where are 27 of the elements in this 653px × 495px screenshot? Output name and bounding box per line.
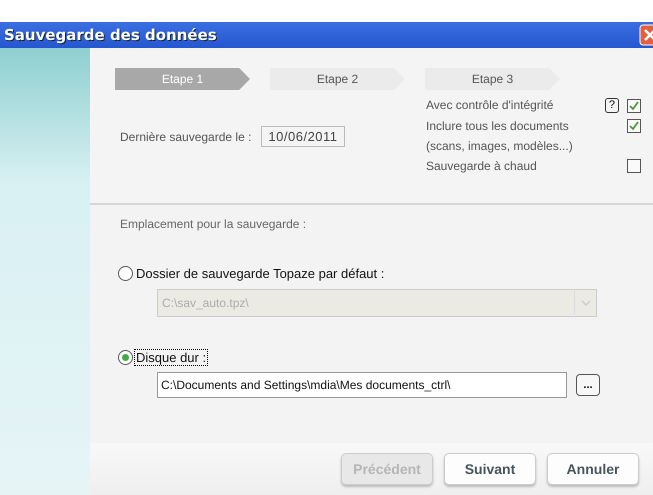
radio-label: Disque dur : [135,350,208,365]
option-label: Sauvegarde à chaud [426,159,537,173]
wizard-step: Etape 3 [425,68,560,90]
dropdown-value: C:\sav_auto.tpz\ [162,296,249,310]
browse-button[interactable]: ... [576,374,600,396]
checkbox[interactable] [627,159,641,173]
path-field[interactable]: C:\Documents and Settings\mdia\Mes documents_ctrl\ [157,372,567,398]
checkmark-icon [629,100,639,110]
checkbox[interactable] [627,119,641,133]
option-sublabel: (scans, images, modèles...) [426,139,573,153]
radio-label: Dossier de sauvegarde Topaze par défaut : [135,266,386,281]
section-heading: Emplacement pour la sauvegarde : [120,217,308,231]
wizard-step: Etape 2 [270,68,405,90]
radio-button[interactable] [118,350,133,365]
checkmark-icon [629,121,639,131]
option-label: Inclure tous les documents [426,119,570,133]
option-label: Avec contrôle d'intégrité [426,98,554,112]
checkbox[interactable] [627,98,641,112]
date-field: 10/06/2011 [261,126,345,147]
wizard-button[interactable]: Suivant [444,453,536,485]
close-icon[interactable] [639,24,653,46]
window-title: Sauvegarde des données [4,26,217,44]
chevron-down-icon [580,300,590,306]
wizard-button[interactable]: Annuler [547,453,639,485]
help-button[interactable]: ? [604,98,619,113]
last-backup-label: Dernière sauvegarde le : [120,130,252,144]
wizard-step: Etape 1 [115,68,250,90]
